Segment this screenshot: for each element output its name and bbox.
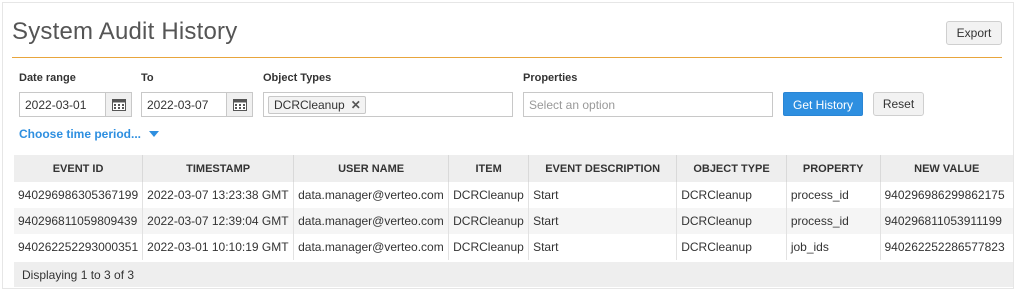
get-history-button[interactable]: Get History bbox=[783, 92, 863, 116]
properties-placeholder: Select an option bbox=[529, 98, 616, 112]
object-type-tag: DCRCleanup ✕ bbox=[268, 96, 366, 114]
audit-table: EVENT ID TIMESTAMP USER NAME ITEM EVENT … bbox=[14, 155, 1013, 260]
table-row[interactable]: 940262252293000351 2022-03-01 10:10:19 G… bbox=[14, 234, 1013, 260]
date-range-label: Date range bbox=[19, 72, 76, 84]
cell-user-name: data.manager@verteo.com bbox=[293, 234, 450, 260]
export-button[interactable]: Export bbox=[946, 21, 1002, 45]
cell-timestamp: 2022-03-01 10:10:19 GMT bbox=[142, 234, 295, 260]
page-header: System Audit History bbox=[12, 14, 1002, 58]
column-header[interactable]: ITEM bbox=[448, 155, 530, 182]
cell-event-id: 940296986305367199 bbox=[14, 182, 144, 208]
date-to-field[interactable]: 2022-03-07 bbox=[141, 92, 253, 117]
choose-time-period-link[interactable]: Choose time period... bbox=[19, 127, 160, 141]
reset-button[interactable]: Reset bbox=[873, 92, 924, 116]
cell-new-value: 940296811053911199 bbox=[880, 208, 1013, 234]
object-type-tag-label: DCRCleanup bbox=[274, 98, 345, 112]
cell-event-description: Start bbox=[528, 208, 678, 234]
remove-tag-icon[interactable]: ✕ bbox=[351, 98, 361, 112]
cell-item: DCRCleanup bbox=[448, 182, 530, 208]
column-header[interactable]: EVENT ID bbox=[14, 155, 144, 182]
calendar-icon[interactable] bbox=[226, 93, 252, 116]
cell-user-name: data.manager@verteo.com bbox=[293, 182, 450, 208]
cell-object-type: DCRCleanup bbox=[676, 182, 787, 208]
caret-down-icon bbox=[149, 130, 160, 137]
cell-property: process_id bbox=[786, 208, 881, 234]
table-header-row: EVENT ID TIMESTAMP USER NAME ITEM EVENT … bbox=[14, 155, 1013, 182]
date-from-field[interactable]: 2022-03-01 bbox=[19, 92, 132, 117]
column-header[interactable]: PROPERTY bbox=[786, 155, 881, 182]
cell-event-description: Start bbox=[528, 182, 678, 208]
cell-object-type: DCRCleanup bbox=[676, 208, 787, 234]
calendar-icon[interactable] bbox=[105, 93, 131, 116]
cell-new-value: 940296986299862175 bbox=[880, 182, 1013, 208]
cell-event-id: 940262252293000351 bbox=[14, 234, 144, 260]
column-header[interactable]: TIMESTAMP bbox=[142, 155, 295, 182]
cell-property: job_ids bbox=[786, 234, 881, 260]
table-footer-status: Displaying 1 to 3 of 3 bbox=[14, 262, 1013, 287]
table-row[interactable]: 940296811059809439 2022-03-07 12:39:04 G… bbox=[14, 208, 1013, 234]
cell-object-type: DCRCleanup bbox=[676, 234, 787, 260]
cell-property: process_id bbox=[786, 182, 881, 208]
date-from-value: 2022-03-01 bbox=[25, 98, 87, 112]
cell-event-id: 940296811059809439 bbox=[14, 208, 144, 234]
table-row[interactable]: 940296986305367199 2022-03-07 13:23:38 G… bbox=[14, 182, 1013, 208]
column-header[interactable]: EVENT DESCRIPTION bbox=[528, 155, 678, 182]
object-types-label: Object Types bbox=[263, 72, 332, 84]
date-to-value: 2022-03-07 bbox=[147, 98, 209, 112]
cell-item: DCRCleanup bbox=[448, 234, 530, 260]
cell-event-description: Start bbox=[528, 234, 678, 260]
cell-timestamp: 2022-03-07 13:23:38 GMT bbox=[142, 182, 295, 208]
to-label: To bbox=[141, 72, 154, 84]
object-types-select[interactable]: DCRCleanup ✕ bbox=[263, 92, 513, 117]
properties-label: Properties bbox=[523, 72, 578, 84]
cell-timestamp: 2022-03-07 12:39:04 GMT bbox=[142, 208, 295, 234]
choose-time-period-label: Choose time period... bbox=[19, 127, 142, 141]
page-title: System Audit History bbox=[12, 18, 238, 45]
column-header[interactable]: NEW VALUE bbox=[880, 155, 1013, 182]
column-header[interactable]: USER NAME bbox=[293, 155, 450, 182]
properties-select[interactable]: Select an option bbox=[523, 92, 773, 117]
cell-item: DCRCleanup bbox=[448, 208, 530, 234]
column-header[interactable]: OBJECT TYPE bbox=[676, 155, 787, 182]
cell-user-name: data.manager@verteo.com bbox=[293, 208, 450, 234]
cell-new-value: 940262252286577823 bbox=[880, 234, 1013, 260]
